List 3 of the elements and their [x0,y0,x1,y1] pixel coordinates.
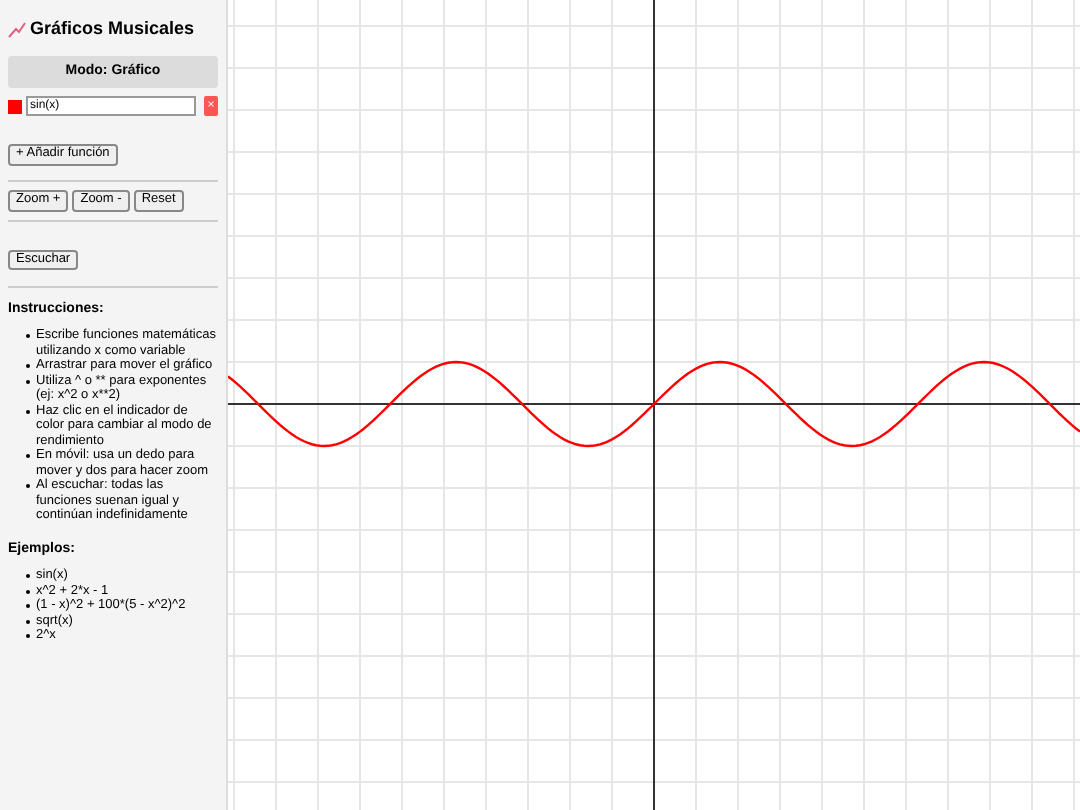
chart-line-icon [8,21,26,38]
color-indicator[interactable] [8,99,22,113]
app-title: Gráficos Musicales [30,16,195,42]
